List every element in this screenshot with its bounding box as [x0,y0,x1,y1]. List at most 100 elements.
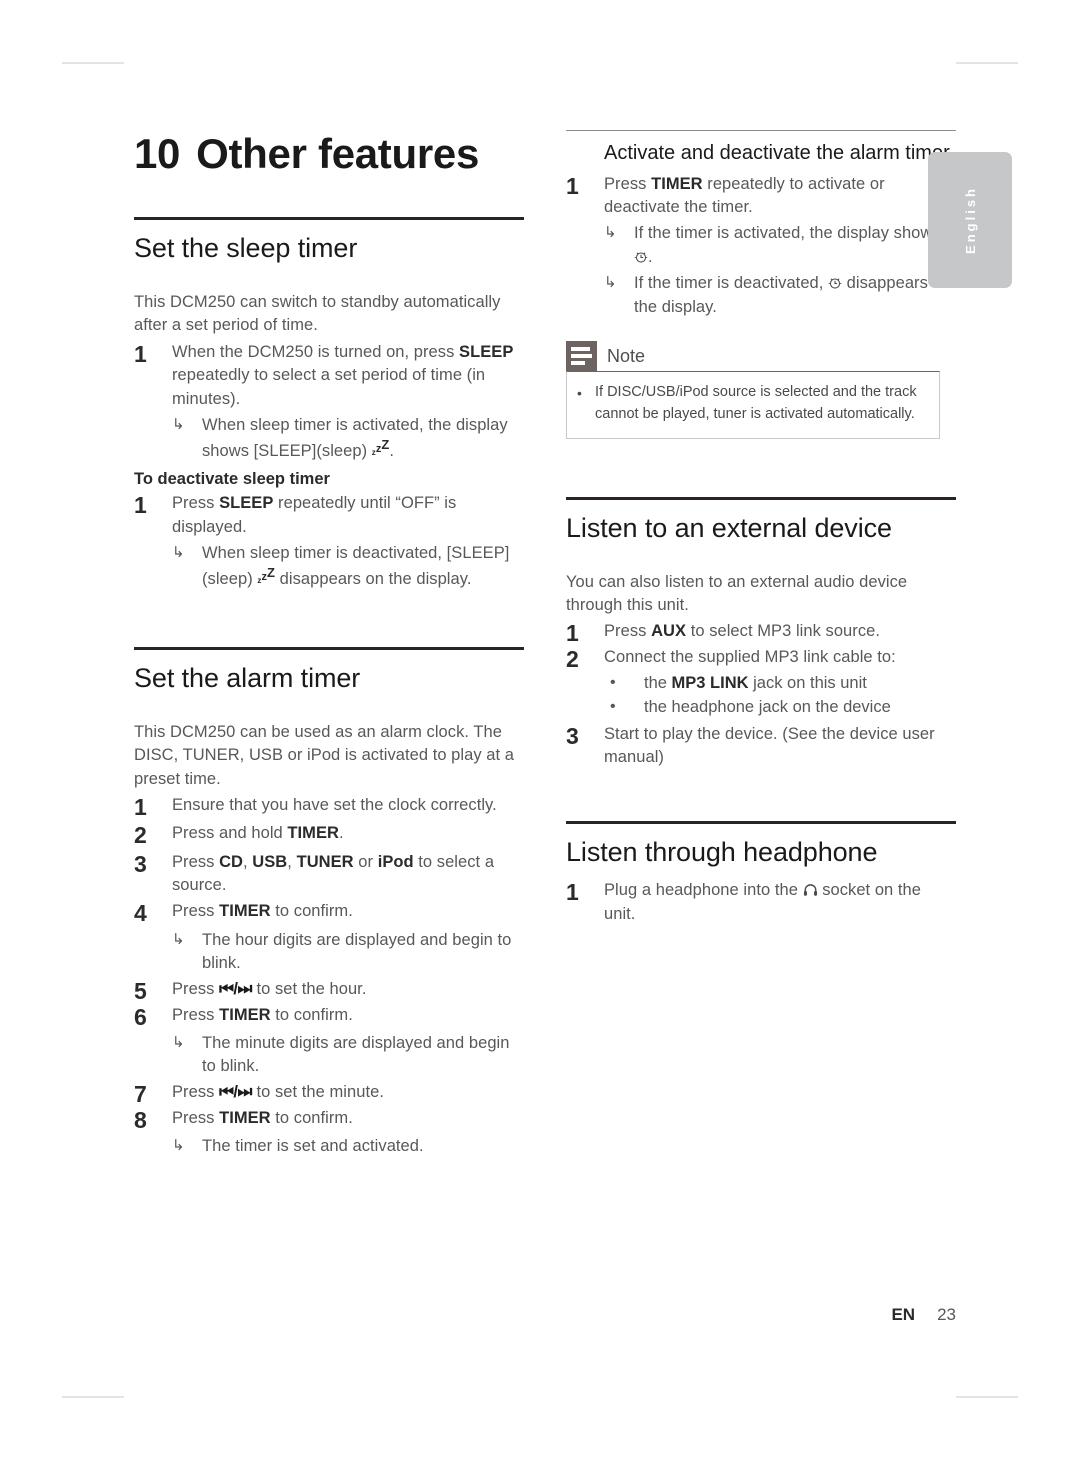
chapter-title-text: Other features [196,130,480,177]
step-text-b: to select MP3 link source. [686,622,880,641]
bullet-text-a: the [644,673,672,692]
alarm-step-3: 3 Press CD, USB, TUNER or iPod to select… [134,851,524,898]
step-text-a: Press [172,902,220,921]
chapter-title: 10 Other features [134,130,524,177]
step-number: 2 [134,822,147,849]
sleep-result-1: ↳ When sleep timer is activated, the dis… [134,414,524,463]
step-text: Press CD, USB, TUNER or iPod to select a… [172,851,524,898]
step-number: 2 [566,645,579,672]
alarm-intro: This DCM250 can be used as an alarm cloc… [134,722,515,788]
result-arrow-icon: ↳ [604,274,617,292]
alarm-result-6: ↳ The minute digits are displayed and be… [134,1032,524,1079]
external-step-3: 3 Start to play the device. (See the dev… [566,723,956,770]
step-text-a: Press [172,1083,220,1102]
skip-prev-next-icon: ⏮/⏭ [219,1083,252,1102]
step-number: 1 [566,172,579,199]
step-text: When the DCM250 is turned on, press SLEE… [172,341,524,411]
note-box: Note • If DISC/USB/iPod source is select… [566,341,940,439]
key-timer: TIMER [651,174,703,193]
step-text: Press SLEEP repeatedly until “OFF” is di… [172,492,524,539]
page-footer: EN 23 [566,1305,956,1325]
alarm-result-4: ↳ The hour digits are displayed and begi… [134,929,524,976]
result-arrow-icon: ↳ [172,1033,185,1051]
result-text: The hour digits are displayed and begin … [202,930,512,972]
step-text-a: Plug a headphone into the [604,881,803,900]
result-text-a: If the timer is activated, the display s… [634,224,941,243]
result-text: If the timer is deactivated, disappears … [634,272,956,319]
crop-mark-top-left [62,62,124,64]
note-title: Note [607,346,646,367]
crop-mark-top-right [956,62,1018,64]
note-header: Note [566,341,940,372]
key-aux: AUX [651,622,687,641]
step-text: Press TIMER to confirm. [172,900,524,923]
result-arrow-icon: ↳ [172,1136,185,1154]
step-number: 1 [566,620,579,647]
result-text-b: . [648,247,653,266]
step-number: 5 [134,978,147,1005]
activate-result-2: ↳ If the timer is deactivated, disappear… [566,272,956,319]
headphone-step-1: 1 Plug a headphone into the socket on th… [566,879,956,926]
note-text: If DISC/USB/iPod source is selected and … [595,384,917,422]
heading-set-alarm-timer: Set the alarm timer [134,663,361,694]
step-text: Start to play the device. (See the devic… [604,724,935,766]
step-number: 3 [134,850,147,877]
alarm-result-8: ↳ The timer is set and activated. [134,1135,524,1158]
external-bullet-1: • the MP3 LINK jack on this unit [566,672,956,695]
alarm-clock-icon [828,274,842,289]
result-text-a: If the timer is deactivated, [634,274,829,293]
step-text: Press and hold TIMER. [172,822,524,845]
step-text: Connect the supplied MP3 link cable to: [604,647,896,666]
key-timer: TIMER [219,1005,271,1024]
bullet-text: the MP3 LINK jack on this unit [644,672,956,695]
alarm-step-4: 4 Press TIMER to confirm. [134,900,524,925]
right-column: Activate and deactivate the alarm timer … [566,130,956,926]
step-number: 6 [134,1003,147,1030]
step-text-a: Press [604,622,652,641]
sleep-deactivate-result: ↳ When sleep timer is deactivated, [SLEE… [134,542,524,591]
step-text: Press ⏮/⏭ to set the hour. [172,978,524,1001]
external-step-1: 1 Press AUX to select MP3 link source. [566,620,956,645]
skip-prev-next-icon: ⏮/⏭ [219,980,252,999]
result-arrow-icon: ↳ [172,416,185,434]
result-arrow-icon: ↳ [604,224,617,242]
chapter-number: 10 [134,130,181,177]
result-text: If the timer is activated, the display s… [634,222,956,269]
bullet-text-b: jack on this unit [748,673,867,692]
alarm-step-2: 2 Press and hold TIMER. [134,822,524,847]
step-text: Press TIMER to confirm. [172,1004,524,1027]
key-sleep: SLEEP [219,494,274,513]
key-timer: TIMER [287,824,339,843]
step-text: Press TIMER repeatedly to activate or de… [604,173,956,220]
step-text: Ensure that you have set the clock corre… [172,796,497,815]
key-timer: TIMER [219,902,271,921]
step-text: Plug a headphone into the socket on the … [604,879,956,926]
key-usb: USB [252,852,288,871]
sleep-zzz-icon: zzZ [371,436,390,457]
alarm-step-5: 5 Press ⏮/⏭ to set the hour. [134,978,524,1003]
step-text-b: repeatedly to select a set period of tim… [172,366,486,408]
activate-result-1: ↳ If the timer is activated, the display… [566,222,956,269]
bullet-icon: • [610,698,616,716]
result-arrow-icon: ↳ [172,544,185,562]
heading-listen-through-headphone: Listen through headphone [566,837,878,868]
step-number: 1 [566,879,579,906]
step-text-a: Press and hold [172,824,288,843]
step-text-b: , [243,852,253,871]
heading-listen-external-device: Listen to an external device [566,512,892,543]
section-rule-sleep [134,217,524,221]
activate-step-1: 1 Press TIMER repeatedly to activate or … [566,173,956,220]
footer-language-code: EN [891,1305,916,1324]
alarm-step-1: 1 Ensure that you have set the clock cor… [134,794,524,819]
alarm-clock-icon [634,248,648,263]
step-number: 3 [566,722,579,749]
note-bullet-icon: • [577,385,582,402]
heading-deactivate-sleep-timer: To deactivate sleep timer [134,469,330,488]
section-rule-alarm [134,647,524,651]
sleep-zzz-icon: zzZ [257,564,276,585]
manual-page: 10 Other features Set the sleep timer Thi… [0,0,1080,1460]
step-text-a: Press [172,494,220,513]
step-number: 1 [134,340,147,367]
step-text-a: Press [172,980,220,999]
bullet-text: the headphone jack on the device [644,698,891,717]
